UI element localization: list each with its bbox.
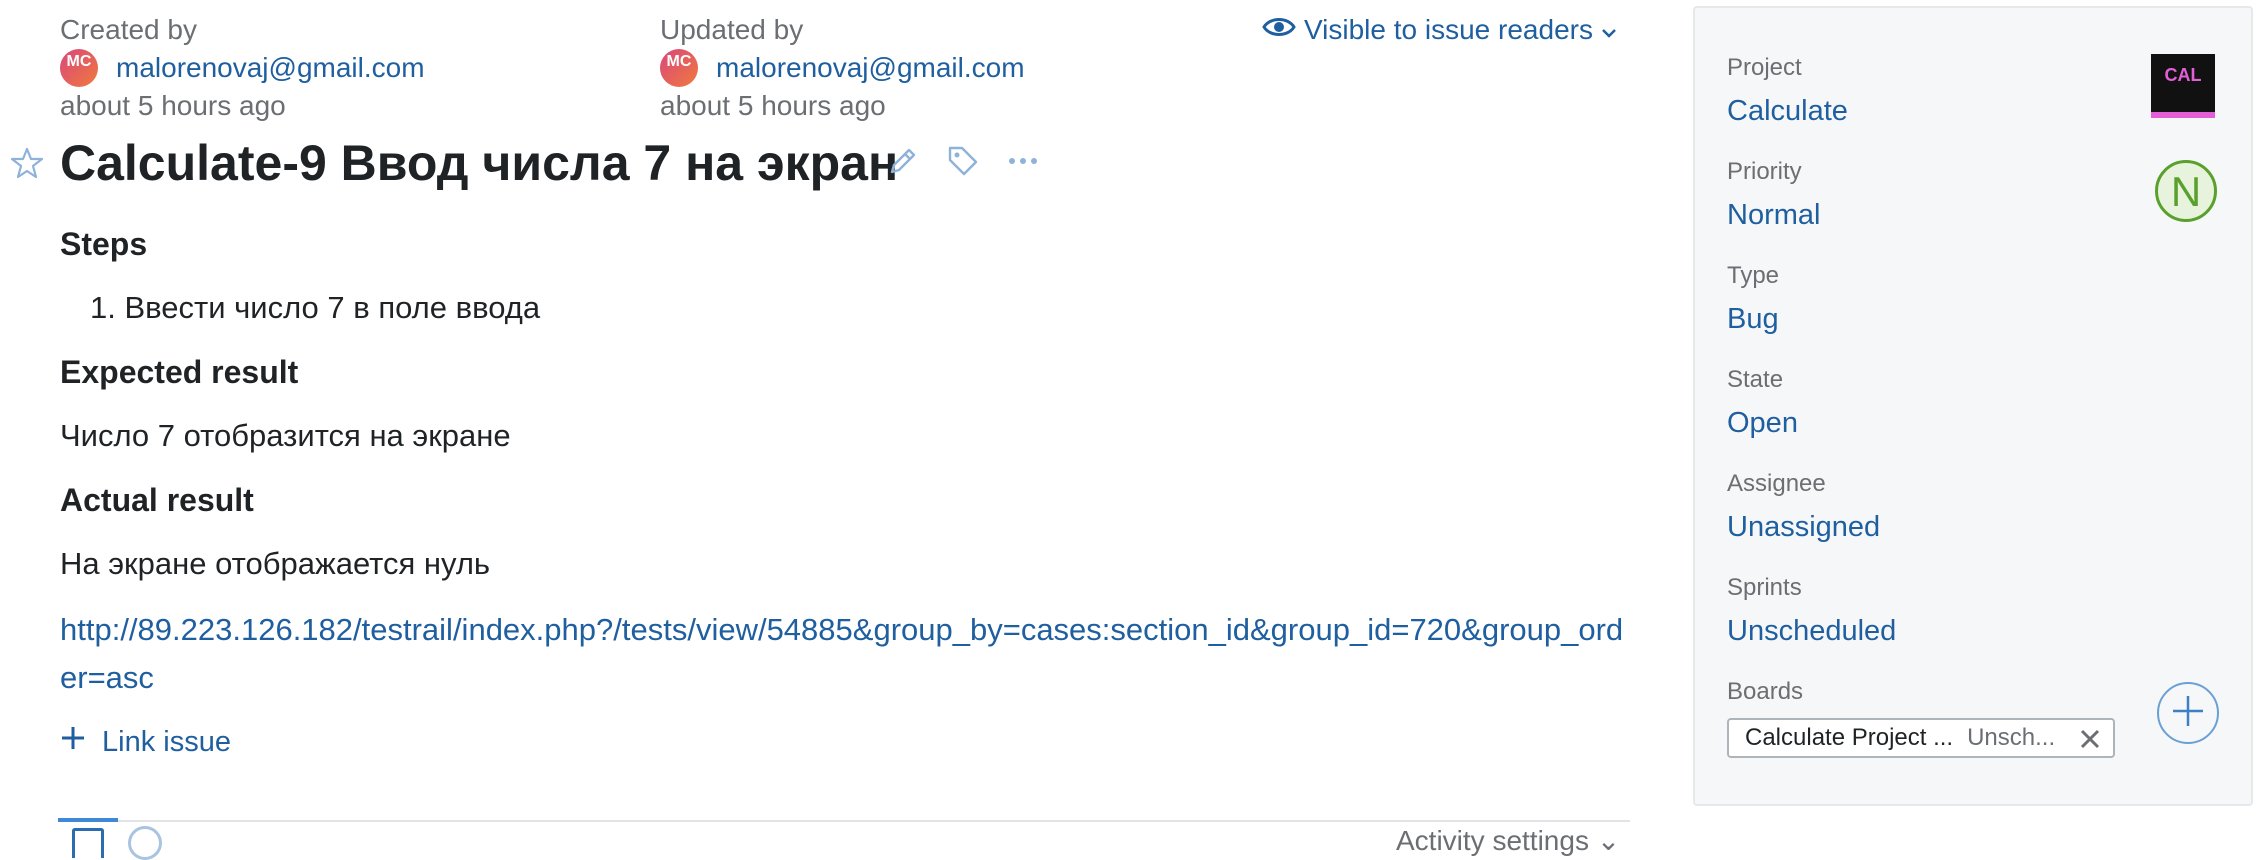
issue-title: Calculate-9 Ввод числа 7 на экран: [60, 135, 899, 191]
actual-text: На экране отображается нуль: [60, 546, 491, 581]
created-by-block: Created by MC malorenovaj@gmail.com abou…: [60, 12, 425, 124]
tag-icon[interactable]: [946, 144, 980, 178]
link-issue-button[interactable]: Link issue: [60, 720, 1630, 764]
sprints-field: Sprints Unscheduled: [1727, 572, 1896, 652]
steps-heading: Steps: [60, 226, 148, 262]
issue-description: Steps 1. Ввести число 7 в поле ввода Exp…: [60, 222, 1630, 764]
plus-icon: [2170, 693, 2206, 734]
updated-by-block: Updated by MC malorenovaj@gmail.com abou…: [660, 12, 1025, 124]
board-chip[interactable]: Calculate Project ... Unsch...: [1727, 718, 2115, 758]
title-actions: [886, 144, 1040, 178]
field-label: Priority: [1727, 158, 1802, 185]
pencil-icon[interactable]: [886, 144, 920, 178]
field-label: Type: [1727, 262, 1780, 289]
created-by-user-link[interactable]: malorenovaj@gmail.com: [116, 52, 425, 84]
assignee-value[interactable]: Unassigned: [1727, 506, 1880, 548]
close-icon[interactable]: [2077, 726, 2103, 752]
board-name: Calculate Project ...: [1745, 724, 1954, 751]
tab-comments[interactable]: [72, 828, 104, 858]
visibility-label: Visible to issue readers: [1304, 14, 1593, 45]
activity-settings-button[interactable]: Activity settings ⌄: [1396, 824, 1620, 857]
state-value[interactable]: Open: [1727, 402, 1798, 444]
link-issue-label: Link issue: [102, 725, 231, 758]
field-label: Boards: [1727, 678, 1804, 705]
priority-field: Priority Normal: [1727, 156, 1820, 236]
field-label: Sprints: [1727, 574, 1802, 601]
expected-heading: Expected result: [60, 354, 299, 390]
chevron-down-icon: ⌄: [1596, 825, 1621, 856]
boards-field: Boards: [1727, 676, 1803, 708]
expected-text: Число 7 отобразится на экране: [60, 418, 511, 453]
issue-sidebar: Project Calculate CAL Priority Normal N …: [1693, 6, 2253, 806]
type-value[interactable]: Bug: [1727, 298, 1779, 340]
steps-list: 1. Ввести число 7 в поле ввода: [60, 286, 1630, 330]
updated-by-user-link[interactable]: malorenovaj@gmail.com: [716, 52, 1025, 84]
plus-icon: [60, 725, 86, 759]
created-by-label: Created by: [60, 14, 197, 45]
type-field: Type Bug: [1727, 260, 1779, 340]
priority-value[interactable]: Normal: [1727, 194, 1820, 236]
eye-icon: [1262, 14, 1296, 46]
avatar[interactable]: MC: [660, 49, 698, 87]
add-board-button[interactable]: [2157, 682, 2219, 744]
tab-active-indicator: [58, 818, 118, 822]
testrail-link[interactable]: http://89.223.126.182/testrail/index.php…: [60, 606, 1630, 702]
updated-by-label: Updated by: [660, 14, 804, 45]
chevron-down-icon: [1601, 14, 1617, 46]
project-field: Project Calculate: [1727, 52, 1848, 132]
state-field: State Open: [1727, 364, 1798, 444]
assignee-field: Assignee Unassigned: [1727, 468, 1880, 548]
visibility-dropdown[interactable]: Visible to issue readers: [1262, 12, 1617, 48]
tab-history[interactable]: [128, 826, 162, 860]
field-label: Project: [1727, 54, 1802, 81]
priority-badge: N: [2155, 160, 2217, 222]
list-item: 1. Ввести число 7 в поле ввода: [90, 290, 541, 325]
updated-time: about 5 hours ago: [660, 90, 886, 121]
activity-settings-label: Activity settings: [1396, 825, 1589, 856]
sprints-value[interactable]: Unscheduled: [1727, 610, 1896, 652]
star-icon[interactable]: [10, 146, 44, 180]
created-time: about 5 hours ago: [60, 90, 286, 121]
actual-heading: Actual result: [60, 482, 254, 518]
more-icon[interactable]: [1006, 144, 1040, 178]
field-label: Assignee: [1727, 470, 1826, 497]
avatar[interactable]: MC: [60, 49, 98, 87]
tabs-divider: [58, 820, 1630, 822]
board-state: Unsch...: [1967, 724, 2056, 751]
field-label: State: [1727, 366, 1784, 393]
project-value[interactable]: Calculate: [1727, 90, 1848, 132]
project-avatar: CAL: [2151, 54, 2215, 118]
